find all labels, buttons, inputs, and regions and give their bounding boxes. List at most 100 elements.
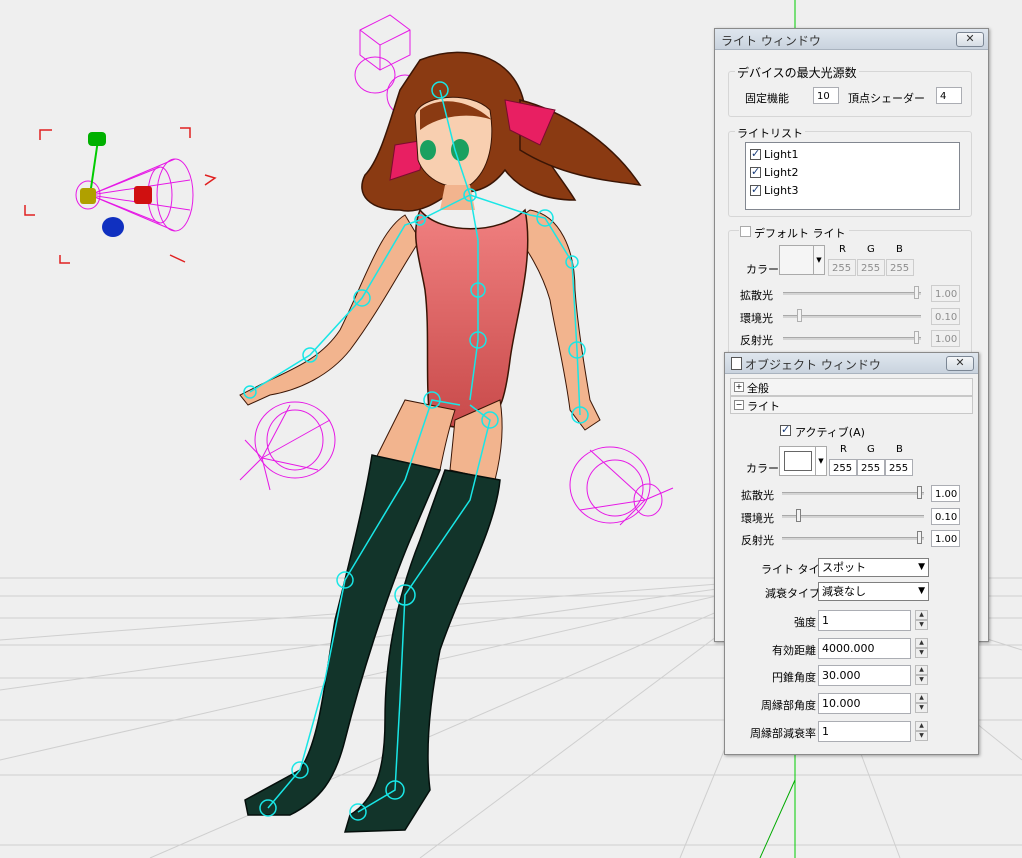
- light-list-item[interactable]: Light1: [748, 146, 948, 162]
- ambient-value[interactable]: 0.10: [931, 508, 960, 525]
- penumbra-angle-label: 周縁部角度: [761, 699, 816, 712]
- default-diffuse-slider[interactable]: [783, 285, 921, 301]
- default-specular-value[interactable]: 1.00: [931, 330, 960, 347]
- fixed-function-label: 固定機能: [745, 92, 789, 105]
- spin-up-icon[interactable]: ▲: [915, 638, 928, 648]
- specular-slider[interactable]: [782, 530, 924, 546]
- default-specular-slider[interactable]: [783, 330, 921, 346]
- spin-down-icon[interactable]: ▼: [915, 620, 928, 630]
- default-r-field[interactable]: 255: [828, 259, 856, 276]
- intensity-field[interactable]: 1: [818, 610, 911, 631]
- specular-value[interactable]: 1.00: [931, 530, 960, 547]
- vertex-shader-value: 4: [936, 87, 962, 104]
- device-max-lights-group: デバイスの最大光源数 固定機能 10 頂点シェーダー 4: [728, 64, 972, 117]
- light-list-item[interactable]: Light3: [748, 182, 948, 198]
- collapse-icon[interactable]: −: [734, 400, 744, 410]
- spin-up-icon[interactable]: ▲: [915, 610, 928, 620]
- default-color-picker[interactable]: ▼: [779, 245, 825, 275]
- spin-up-icon[interactable]: ▲: [915, 665, 928, 675]
- light-window-titlebar[interactable]: ライト ウィンドウ ✕: [715, 29, 988, 50]
- spin-down-icon[interactable]: ▼: [915, 675, 928, 685]
- cone-angle-spinner[interactable]: ▲ ▼: [915, 665, 928, 686]
- default-g-field[interactable]: 255: [857, 259, 885, 276]
- range-label: 有効距離: [772, 644, 816, 657]
- tree-general-label: 全般: [747, 382, 769, 395]
- spin-down-icon[interactable]: ▼: [915, 648, 928, 658]
- expand-icon[interactable]: +: [734, 382, 744, 392]
- g-label: G: [867, 444, 875, 455]
- spin-down-icon[interactable]: ▼: [915, 731, 928, 741]
- penumbra-falloff-field[interactable]: 1: [818, 721, 911, 742]
- g-field[interactable]: 255: [857, 459, 885, 476]
- light-type-value: スポット: [822, 561, 866, 574]
- default-diffuse-value[interactable]: 1.00: [931, 285, 960, 302]
- tree-general[interactable]: + 全般: [730, 378, 973, 396]
- specular-label: 反射光: [741, 534, 774, 547]
- color-preview: [784, 451, 812, 471]
- light2-checkbox[interactable]: [750, 165, 761, 178]
- default-ambient-label: 環境光: [740, 312, 773, 325]
- object-window-titlebar[interactable]: オブジェクト ウィンドウ ✕: [725, 353, 978, 374]
- vertex-shader-label: 頂点シェーダー: [848, 92, 925, 105]
- ambient-slider[interactable]: [782, 508, 924, 524]
- light-list-item[interactable]: Light2: [748, 164, 948, 180]
- light-type-select[interactable]: スポット ▼: [818, 558, 929, 577]
- intensity-label: 強度: [794, 616, 816, 629]
- diffuse-label: 拡散光: [741, 489, 774, 502]
- light3-checkbox[interactable]: [750, 183, 761, 196]
- attenuation-type-value: 減衰なし: [822, 585, 866, 598]
- color-label: カラー: [746, 462, 779, 475]
- color-picker[interactable]: ▼: [779, 446, 827, 476]
- chevron-down-icon: ▼: [918, 586, 925, 596]
- light-listbox[interactable]: Light1 Light2 Light3: [745, 142, 960, 210]
- cone-angle-field[interactable]: 30.000: [818, 665, 911, 686]
- b-label: B: [896, 444, 903, 455]
- light1-checkbox[interactable]: [750, 147, 761, 160]
- active-label: アクティブ(A): [795, 426, 865, 439]
- default-diffuse-label: 拡散光: [740, 289, 773, 302]
- light-window-title: ライト ウィンドウ: [721, 34, 821, 48]
- object-window-close-button[interactable]: ✕: [946, 356, 974, 371]
- light-list-title: ライトリスト: [735, 125, 805, 141]
- default-light-checkbox[interactable]: [740, 226, 751, 237]
- attenuation-type-select[interactable]: 減衰なし ▼: [818, 582, 929, 601]
- active-checkbox[interactable]: [780, 423, 791, 436]
- light3-label: Light3: [764, 184, 799, 197]
- tree-light[interactable]: − ライト: [730, 396, 973, 414]
- light-window-close-button[interactable]: ✕: [956, 32, 984, 47]
- tree-light-label: ライト: [747, 400, 780, 413]
- param-row: 周縁部角度 10.000 ▲ ▼: [725, 693, 978, 715]
- penumbra-falloff-label: 周縁部減衰率: [750, 727, 816, 740]
- default-ambient-slider[interactable]: [783, 308, 921, 324]
- attenuation-type-label: 減衰タイプ: [765, 587, 820, 600]
- default-b-field[interactable]: 255: [886, 259, 914, 276]
- chevron-down-icon: ▼: [918, 562, 925, 572]
- penumbra-angle-field[interactable]: 10.000: [818, 693, 911, 714]
- diffuse-value[interactable]: 1.00: [931, 485, 960, 502]
- spin-up-icon[interactable]: ▲: [915, 693, 928, 703]
- range-spinner[interactable]: ▲ ▼: [915, 638, 928, 659]
- b-field[interactable]: 255: [885, 459, 913, 476]
- chevron-down-icon: ▼: [813, 246, 824, 274]
- object-window: オブジェクト ウィンドウ ✕ + 全般 − ライト アクティブ(A) カラー ▼…: [724, 352, 979, 755]
- intensity-spinner[interactable]: ▲ ▼: [915, 610, 928, 631]
- diffuse-slider[interactable]: [782, 485, 924, 501]
- light1-label: Light1: [764, 148, 799, 161]
- param-row: 有効距離 4000.000 ▲ ▼: [725, 638, 978, 660]
- active-checkbox-row[interactable]: アクティブ(A): [780, 423, 890, 439]
- default-light-checkbox-row[interactable]: デフォルト ライト: [739, 225, 849, 240]
- spin-up-icon[interactable]: ▲: [915, 721, 928, 731]
- ambient-label: 環境光: [741, 512, 774, 525]
- default-light-label: デフォルト ライト: [754, 227, 846, 240]
- r-field[interactable]: 255: [829, 459, 857, 476]
- default-ambient-value[interactable]: 0.10: [931, 308, 960, 325]
- range-field[interactable]: 4000.000: [818, 638, 911, 659]
- device-group-title: デバイスの最大光源数: [735, 64, 859, 81]
- spin-down-icon[interactable]: ▼: [915, 703, 928, 713]
- penumbra-angle-spinner[interactable]: ▲ ▼: [915, 693, 928, 714]
- penumbra-falloff-spinner[interactable]: ▲ ▼: [915, 721, 928, 742]
- chevron-down-icon: ▼: [815, 447, 826, 475]
- default-g-label: G: [867, 244, 875, 255]
- default-r-label: R: [839, 244, 846, 255]
- window-icon: [731, 357, 742, 370]
